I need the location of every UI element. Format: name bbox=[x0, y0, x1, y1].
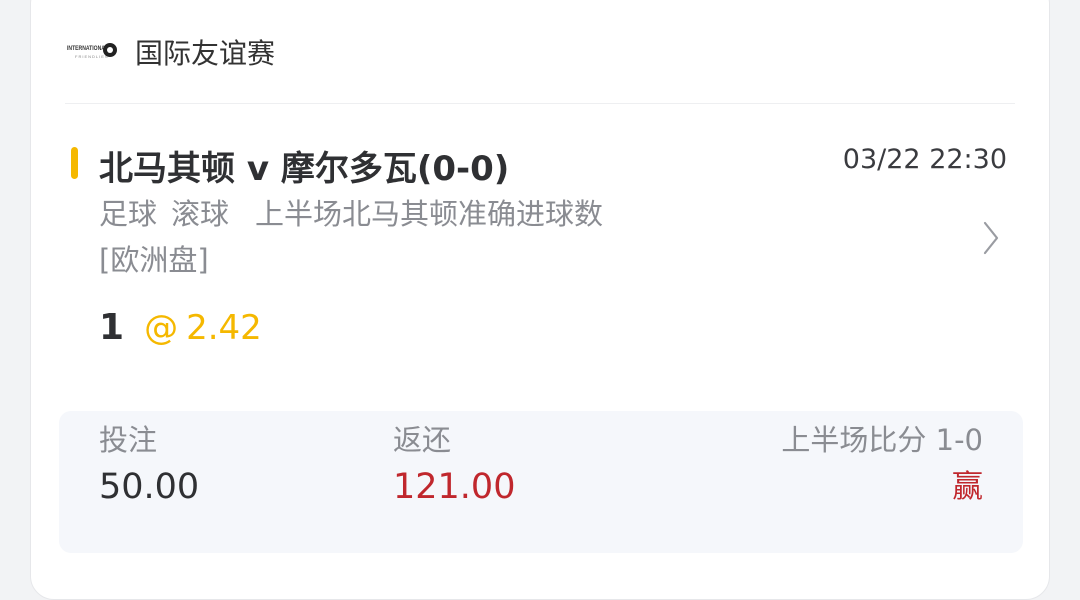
odds-type-label: [欧洲盘] bbox=[99, 243, 209, 277]
logo-subtext: FRIENDLIES bbox=[75, 54, 109, 59]
sport-label: 足球 bbox=[99, 197, 158, 231]
market-label: 上半场北马其顿准确进球数 bbox=[255, 197, 604, 231]
stake-column: 投注 50.00 bbox=[99, 419, 199, 513]
match-title: 北马其顿 v 摩尔多瓦(0-0) bbox=[99, 149, 510, 189]
result-status: 赢 bbox=[952, 469, 983, 505]
selection-value: 1 bbox=[99, 307, 125, 348]
league-header: INTERNATIONAL FRIENDLIES 国际友谊赛 bbox=[67, 27, 275, 77]
match-time: 03/22 22:30 bbox=[842, 144, 1007, 175]
return-column: 返还 121.00 bbox=[393, 419, 515, 513]
league-name: 国际友谊赛 bbox=[135, 37, 276, 70]
result-column: 上半场比分 1-0 赢 bbox=[781, 419, 983, 513]
at-symbol: @ bbox=[144, 308, 179, 348]
chevron-right-icon[interactable] bbox=[983, 221, 999, 255]
bet-description: 足球 滚球 上半场北马其顿准确进球数 [欧洲盘] bbox=[99, 191, 699, 283]
divider bbox=[65, 103, 1015, 104]
return-label: 返还 bbox=[393, 423, 452, 457]
stake-label: 投注 bbox=[99, 423, 158, 457]
bet-card[interactable]: INTERNATIONAL FRIENDLIES 国际友谊赛 北马其顿 v 摩尔… bbox=[30, 0, 1050, 600]
stake-value: 50.00 bbox=[99, 467, 200, 507]
logo-text: INTERNATIONAL bbox=[67, 45, 109, 52]
bet-summary: 投注 50.00 返还 121.00 上半场比分 1-0 赢 bbox=[59, 411, 1023, 553]
half-time-score-label: 上半场比分 1-0 bbox=[781, 423, 983, 457]
international-friendlies-logo: INTERNATIONAL FRIENDLIES bbox=[67, 37, 117, 67]
odds-value: 2.42 bbox=[186, 308, 262, 348]
mode-label: 滚球 bbox=[171, 197, 230, 231]
accent-bar bbox=[71, 147, 78, 179]
return-value: 121.00 bbox=[393, 467, 516, 507]
football-icon bbox=[103, 43, 117, 57]
bet-selection: 1 @ 2.42 bbox=[99, 307, 262, 348]
